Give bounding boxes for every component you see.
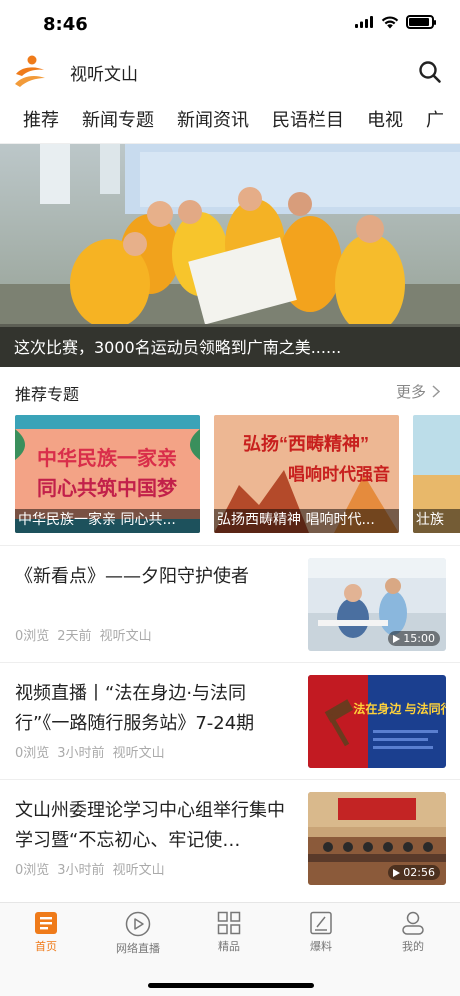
topic-label: 中华民族一家亲 同心共... [18, 512, 176, 528]
video-duration: 15:00 [403, 632, 435, 645]
nav-featured[interactable]: 精品 [189, 911, 269, 954]
video-duration-badge: 02:56 [388, 865, 440, 880]
news-source: 视听文山 [112, 863, 165, 878]
hero-banner[interactable]: 这次比赛，3000名运动员领略到广南之美...... [0, 144, 460, 367]
nav-home[interactable]: 首页 [6, 911, 86, 954]
battery-icon [406, 15, 436, 29]
topics-section-header: 推荐专题 更多 [0, 367, 460, 415]
news-thumbnail: 02:56 [308, 792, 446, 885]
tab-news-topics[interactable]: 新闻专题 [82, 106, 154, 132]
news-meta: 0浏览 2天前 视听文山 [15, 625, 152, 644]
video-duration-badge: 15:00 [388, 631, 440, 646]
app-header: 视听文山 [0, 50, 460, 94]
news-title: 视频直播丨“法在身边·与法同行”《一路随行服务站》7-24期 [15, 683, 255, 734]
nav-label: 爆料 [310, 940, 332, 953]
topic-label: 弘扬西畴精神 唱响时代... [217, 512, 375, 528]
news-title: 《新看点》——夕阳守护使者 [15, 566, 249, 587]
battery-fill [409, 18, 429, 26]
tab-tv[interactable]: 电视 [367, 106, 403, 132]
news-meta: 0浏览 3小时前 视听文山 [15, 859, 165, 878]
play-icon [393, 634, 401, 643]
news-time: 3小时前 [57, 746, 105, 761]
topic-banner-line1: 中华民族一家亲 [37, 446, 177, 470]
nav-live[interactable]: 网络直播 [98, 911, 178, 956]
wifi-icon [381, 15, 399, 28]
nav-label: 首页 [35, 940, 57, 953]
topic-banner-line2: 唱响时代强音 [288, 464, 390, 484]
topic-banner-line1: 弘扬“西畴精神” [243, 433, 369, 454]
news-source: 视听文山 [99, 629, 152, 644]
news-time: 3小时前 [57, 863, 105, 878]
home-icon [35, 912, 57, 934]
topic-card[interactable]: 壮族 [413, 415, 460, 533]
topic-card[interactable]: 弘扬“西畴精神” 唱响时代强音 弘扬西畴精神 唱响时代... [214, 415, 399, 533]
video-duration: 02:56 [403, 866, 435, 879]
status-icons [355, 15, 436, 29]
topics-section-title: 推荐专题 [15, 385, 80, 404]
news-title: 文山州委理论学习中心组举行集中学习暨“不忘初心、牢记使… [15, 800, 285, 851]
app-title: 视听文山 [70, 65, 138, 85]
grid-icon [217, 911, 241, 935]
news-views: 0浏览 [15, 629, 50, 644]
play-icon [393, 868, 401, 877]
news-item[interactable]: 视频直播丨“法在身边·与法同行”《一路随行服务站》7-24期 0浏览 3小时前 … [0, 662, 460, 779]
topics-more-link[interactable]: 更多 [396, 381, 440, 402]
status-bar: 8:46 [0, 0, 460, 50]
search-icon[interactable] [418, 60, 442, 84]
topic-card[interactable]: 中华民族一家亲 同心共筑中国梦 中华民族一家亲 同心共... [15, 415, 200, 533]
play-icon [125, 911, 151, 937]
nav-label: 我的 [402, 940, 424, 953]
news-views: 0浏览 [15, 863, 50, 878]
tab-news-info[interactable]: 新闻资讯 [177, 106, 249, 132]
category-tabs: 推荐 新闻专题 新闻资讯 民语栏目 电视 广 [0, 94, 460, 144]
news-time: 2天前 [57, 629, 92, 644]
news-source: 视听文山 [112, 746, 165, 761]
nav-profile[interactable]: 我的 [373, 911, 453, 954]
nav-label: 网络直播 [116, 942, 160, 955]
edit-icon [310, 911, 332, 935]
status-time: 8:46 [43, 14, 88, 35]
tab-ethnic-language[interactable]: 民语栏目 [272, 106, 344, 132]
home-indicator [148, 983, 314, 988]
signal-icon [355, 16, 373, 28]
nav-label: 精品 [218, 940, 240, 953]
thumbnail-text: 法在身边 与法同行 [353, 701, 446, 716]
news-item[interactable]: 文山州委理论学习中心组举行集中学习暨“不忘初心、牢记使… 0浏览 3小时前 视听… [0, 779, 460, 896]
news-thumbnail: 15:00 [308, 558, 446, 651]
topics-more-label: 更多 [395, 383, 426, 401]
news-item[interactable]: 《新看点》——夕阳守护使者 0浏览 2天前 视听文山 15:00 [0, 545, 460, 662]
nav-tips[interactable]: 爆料 [281, 911, 361, 954]
bottom-nav: 首页 网络直播 精品 爆料 我的 [0, 902, 460, 996]
app-logo-icon [15, 55, 45, 87]
topic-banner-line2: 同心共筑中国梦 [37, 476, 178, 500]
user-icon [402, 911, 424, 935]
topic-label: 壮族 [416, 512, 444, 528]
tab-broadcast[interactable]: 广 [426, 106, 444, 132]
chevron-right-icon [432, 385, 440, 398]
news-thumbnail-image: 法在身边 与法同行 [308, 675, 446, 768]
topics-carousel: 中华民族一家亲 同心共筑中国梦 中华民族一家亲 同心共... 弘扬“西畴精神” … [0, 415, 460, 545]
news-meta: 0浏览 3小时前 视听文山 [15, 742, 165, 761]
news-thumbnail: 法在身边 与法同行 [308, 675, 446, 768]
tab-recommend[interactable]: 推荐 [23, 106, 59, 132]
news-views: 0浏览 [15, 746, 50, 761]
hero-caption: 这次比赛，3000名运动员领略到广南之美...... [14, 338, 342, 357]
